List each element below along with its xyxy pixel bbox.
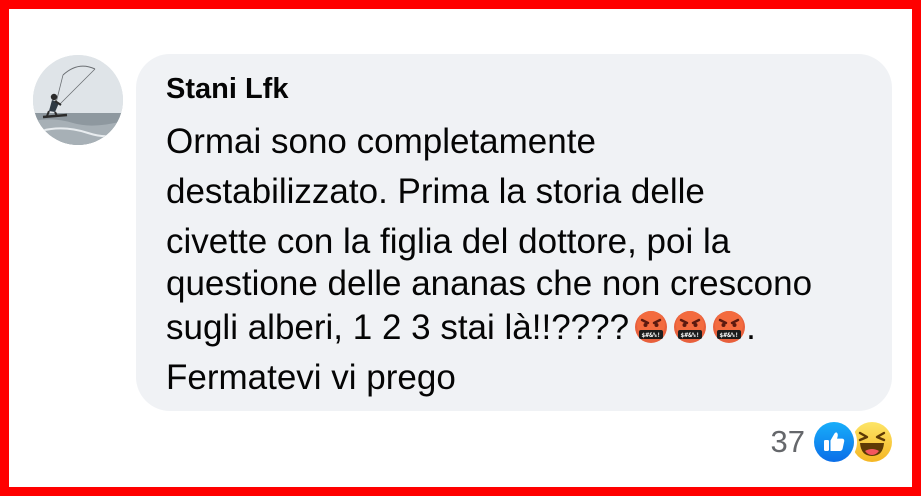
svg-text:$#&%!: $#&%!: [641, 331, 660, 339]
face-with-symbols-on-mouth-icon: $#&%!: [712, 310, 746, 344]
face-with-symbols-on-mouth-icon: $#&%!: [634, 310, 668, 344]
comment-text-trailing-period: .: [746, 308, 756, 347]
comment-text-line-1: Ormai sono completamente: [166, 122, 596, 161]
comment-author-name[interactable]: Stani Lfk: [166, 70, 288, 108]
svg-text:$#&%!: $#&%!: [680, 331, 699, 339]
comment-text-line-2: destabilizzato. Prima la storia delle: [166, 172, 705, 211]
reactions-summary[interactable]: 37: [771, 419, 895, 465]
reaction-count[interactable]: 37: [771, 424, 805, 460]
comment-text-line-6: Fermatevi vi prego: [166, 358, 456, 397]
comment-text-line-5: sugli alberi, 1 2 3 stai là!!????: [166, 308, 630, 347]
avatar[interactable]: [33, 55, 123, 145]
kitesurfer-photo-icon: [33, 55, 123, 145]
like-icon: [811, 419, 857, 465]
svg-text:$#&%!: $#&%!: [719, 331, 738, 339]
comment-text-line-3: civette con la figlia del dottore, poi l…: [166, 222, 731, 261]
face-with-symbols-on-mouth-icon: $#&%!: [673, 310, 707, 344]
comment-text-line-5-wrapper: sugli alberi, 1 2 3 stai là!!???? $#&%! $#…: [166, 306, 756, 350]
comment-text-line-4: questione delle ananas che non crescono: [166, 264, 813, 303]
